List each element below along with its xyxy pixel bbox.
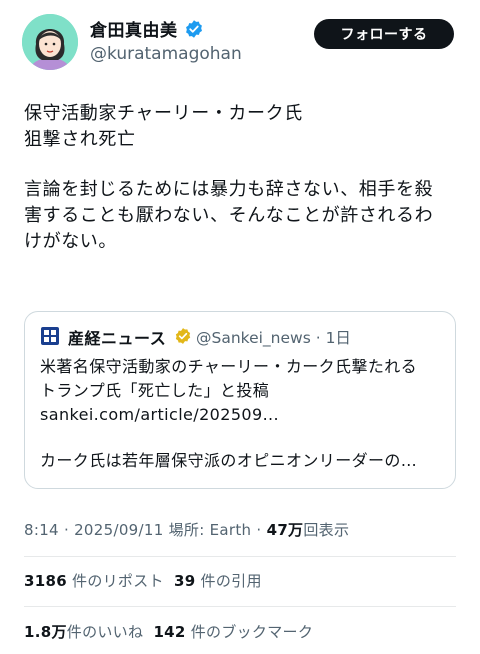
views-label: 回表示: [303, 521, 350, 539]
bookmarks-link[interactable]: 142 件のブックマーク: [153, 623, 313, 641]
quoted-line: カーク氏は若年層保守派のオピニオンリーダーの…: [40, 451, 418, 470]
author-name[interactable]: 倉田真由美: [90, 16, 204, 44]
quoted-line-break: [40, 427, 444, 449]
quotes-count: 39: [173, 572, 196, 590]
tweet-line: けがない。: [24, 231, 117, 252]
tweet-text: 保守活動家チャーリー・カーク氏 狙撃され死亡 言論を封じるためには暴力も辞さない…: [24, 101, 464, 255]
tweet-line: 言論を封じるためには暴力も辞さない、相手を殺: [24, 179, 434, 200]
avatar[interactable]: [22, 14, 78, 70]
quoted-author-name[interactable]: 産経ニュース: [68, 325, 166, 349]
likes-count: 1.8万: [24, 623, 67, 641]
tweet-meta: 8:14 · 2025/09/11 場所: Earth · 47万回表示: [24, 519, 349, 540]
engagement-stats-row-1: 3186 件のリポスト 39 件の引用: [24, 570, 262, 591]
tweet-timestamp[interactable]: 8:14 · 2025/09/11: [24, 521, 164, 539]
sankei-logo-icon: [41, 327, 59, 345]
quoted-line: トランプ氏「死亡した」と投稿: [40, 381, 270, 400]
tweet-line: 狙撃され死亡: [24, 129, 136, 150]
likes-link[interactable]: 1.8万件のいいね: [24, 623, 143, 641]
avatar-illustration: [22, 14, 78, 70]
tweet-location: 場所: Earth ·: [163, 521, 267, 539]
tweet-line-break: [24, 153, 464, 177]
quoted-link[interactable]: sankei.com/article/202509...: [40, 403, 444, 427]
verified-badge-icon: [184, 19, 204, 44]
bookmarks-count: 142: [153, 623, 186, 641]
reposts-link[interactable]: 3186 件のリポスト: [24, 572, 164, 590]
tweet-line: 保守活動家チャーリー・カーク氏: [24, 103, 303, 124]
likes-label: 件のいいね: [66, 623, 144, 641]
quoted-handle-time: @Sankei_news · 1日: [196, 329, 351, 347]
tweet-line: 害することも厭わない、そんなことが許されるわ: [24, 205, 434, 226]
follow-button[interactable]: フォローする: [314, 19, 454, 49]
divider: [24, 556, 456, 557]
reposts-count: 3186: [24, 572, 67, 590]
verified-org-badge-icon: [174, 327, 192, 345]
author-name-text[interactable]: 倉田真由美: [90, 21, 178, 41]
quoted-line: 米著名保守活動家のチャーリー・カーク氏撃たれる: [40, 357, 418, 376]
engagement-stats-row-2: 1.8万件のいいね 142 件のブックマーク: [24, 621, 313, 642]
reposts-label: 件のリポスト: [72, 572, 164, 590]
quoted-text: 米著名保守活動家のチャーリー・カーク氏撃たれる トランプ氏「死亡した」と投稿 s…: [40, 355, 444, 473]
views-count: 47万: [266, 521, 304, 539]
author-handle[interactable]: @kuratamagohan: [90, 44, 242, 64]
quotes-link[interactable]: 39 件の引用: [174, 572, 262, 590]
quotes-label: 件の引用: [200, 572, 262, 590]
bookmarks-label: 件のブックマーク: [190, 623, 314, 641]
divider: [24, 606, 456, 607]
